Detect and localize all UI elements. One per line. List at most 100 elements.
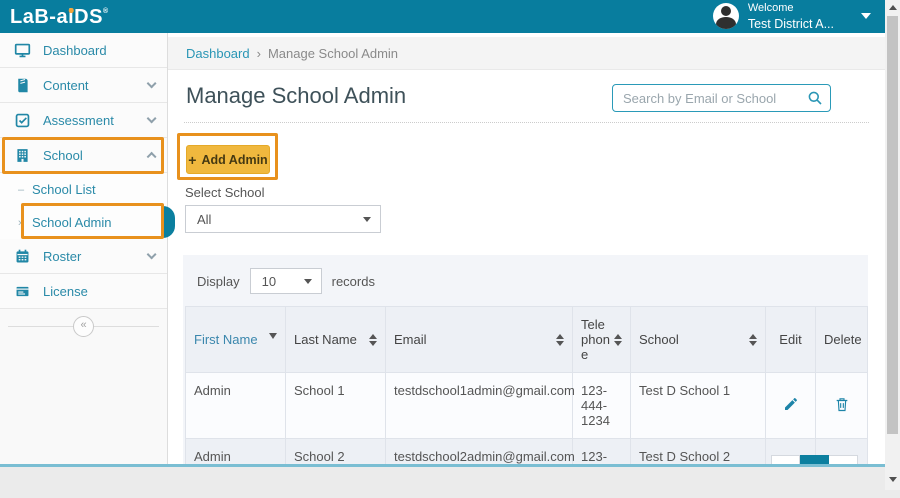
breadcrumb-separator: › — [257, 46, 261, 61]
column-header-delete: Delete — [816, 307, 868, 373]
main-content: Dashboard › Manage School Admin Manage S… — [168, 33, 885, 464]
plus-icon: + — [188, 152, 196, 168]
app-window: LaB-aiDS® Welcome Test District A... Das… — [0, 0, 885, 467]
delete-button[interactable] — [834, 396, 850, 413]
sort-both-icon — [614, 334, 622, 346]
page-title: Manage School Admin — [186, 83, 406, 109]
cell-last-name: School 2 — [286, 439, 386, 465]
license-card-icon — [14, 283, 31, 300]
records-label: records — [332, 274, 375, 289]
page-size-select[interactable]: 10 — [250, 268, 322, 294]
pencil-icon — [783, 396, 799, 412]
pagination-page-1-button[interactable] — [800, 455, 829, 464]
sidebar-collapse-button[interactable]: « — [73, 316, 94, 337]
chevron-up-icon — [146, 151, 156, 161]
sidebar-item-roster[interactable]: Roster — [0, 239, 167, 274]
chevron-down-icon — [146, 249, 156, 259]
table-row: Admin School 1 testdschool1admin@gmail.c… — [186, 373, 868, 439]
cell-first-name: Admin — [186, 439, 286, 465]
column-header-first-name[interactable]: First Name — [186, 307, 286, 373]
top-header: LaB-aiDS® Welcome Test District A... — [0, 0, 885, 33]
logo-letter-i: i — [68, 7, 74, 27]
user-menu-caret-icon[interactable] — [861, 13, 871, 19]
page-size-value: 10 — [262, 274, 276, 289]
select-school-label: Select School — [185, 185, 265, 200]
column-header-telephone[interactable]: Telephone — [573, 307, 631, 373]
cell-telephone: 123-444-1234 — [573, 373, 631, 439]
table-panel: Display 10 records First Name — [183, 255, 868, 464]
sidebar-item-school[interactable]: School — [0, 138, 167, 173]
brand-logo: LaB-aiDS® — [10, 7, 109, 27]
column-header-email[interactable]: Email — [386, 307, 573, 373]
pagination — [771, 455, 858, 464]
admins-table: First Name Last Name E — [185, 306, 868, 464]
school-filter-select[interactable]: All — [185, 205, 381, 233]
sidebar-label-school: School — [43, 148, 136, 163]
cell-school: Test D School 2 — [631, 439, 766, 465]
vertical-scrollbar[interactable] — [885, 0, 900, 490]
add-admin-label: Add Admin — [201, 153, 267, 167]
title-separator — [184, 122, 869, 123]
sidebar-label-content: Content — [43, 78, 136, 93]
monitor-icon — [14, 42, 31, 59]
dash-bullet: – — [18, 184, 32, 196]
school-filter-value: All — [197, 212, 211, 227]
sort-desc-icon — [269, 333, 277, 339]
sidebar-item-license[interactable]: License — [0, 274, 167, 309]
sidebar-label-license: License — [43, 284, 155, 299]
sidebar-item-content[interactable]: Content — [0, 68, 167, 103]
breadcrumb: Dashboard › Manage School Admin — [168, 37, 885, 70]
breadcrumb-dashboard-link[interactable]: Dashboard — [186, 46, 250, 61]
select-caret-icon — [363, 217, 371, 222]
logo-text-part2: DS — [74, 7, 103, 27]
cell-first-name: Admin — [186, 373, 286, 439]
trash-icon — [834, 396, 850, 413]
sidebar-item-dashboard[interactable]: Dashboard — [0, 33, 167, 68]
triangle-down-icon — [889, 477, 897, 482]
sidebar-item-school-admin[interactable]: » School Admin — [0, 206, 167, 239]
sort-both-icon — [369, 334, 377, 346]
add-admin-button[interactable]: + Add Admin — [186, 145, 270, 174]
search-input[interactable] — [612, 84, 831, 112]
sidebar-label-school-list: School List — [32, 182, 96, 197]
collapse-glyph: « — [80, 319, 86, 331]
search-icon[interactable] — [807, 90, 823, 106]
active-arrow-bullet: » — [18, 217, 32, 229]
pagination-next-button[interactable] — [829, 455, 858, 464]
edit-button[interactable] — [783, 396, 799, 412]
scrollbar-thumb[interactable] — [887, 16, 898, 434]
chevron-down-icon — [146, 113, 156, 123]
column-header-last-name[interactable]: Last Name — [286, 307, 386, 373]
cell-last-name: School 1 — [286, 373, 386, 439]
scroll-up-button[interactable] — [885, 0, 900, 15]
cell-email: testdschool1admin@gmail.com — [386, 373, 573, 439]
checkbox-check-icon — [14, 112, 31, 129]
sidebar-label-roster: Roster — [43, 249, 136, 264]
sidebar-collapse-row: « — [0, 309, 167, 343]
cell-school: Test D School 1 — [631, 373, 766, 439]
cell-email: testdschool2admin@gmail.com — [386, 439, 573, 465]
sidebar: Dashboard Content Assessment — [0, 33, 168, 464]
user-menu[interactable]: Welcome Test District A... — [713, 1, 871, 32]
sidebar-item-assessment[interactable]: Assessment — [0, 103, 167, 138]
user-name: Test District A... — [748, 16, 834, 32]
select-caret-icon — [304, 279, 312, 284]
column-header-school[interactable]: School — [631, 307, 766, 373]
pagination-previous-button[interactable] — [771, 455, 800, 464]
triangle-up-icon — [889, 5, 897, 10]
logo-text-part1: LaB-a — [10, 7, 68, 27]
column-header-edit: Edit — [766, 307, 816, 373]
chevron-down-icon — [146, 78, 156, 88]
sidebar-label-school-admin: School Admin — [32, 215, 112, 230]
table-row: Admin School 2 testdschool2admin@gmail.c… — [186, 439, 868, 465]
breadcrumb-current: Manage School Admin — [268, 46, 398, 61]
page-size-control: Display 10 records — [183, 255, 868, 306]
calendar-icon — [14, 248, 31, 265]
logo-trademark: ® — [103, 8, 109, 15]
scroll-down-button[interactable] — [885, 472, 900, 487]
sidebar-item-school-list[interactable]: – School List — [0, 173, 167, 206]
sidebar-label-dashboard: Dashboard — [43, 43, 155, 58]
cell-telephone: 123-333-1234 — [573, 439, 631, 465]
display-label: Display — [197, 274, 240, 289]
welcome-label: Welcome — [748, 1, 834, 15]
